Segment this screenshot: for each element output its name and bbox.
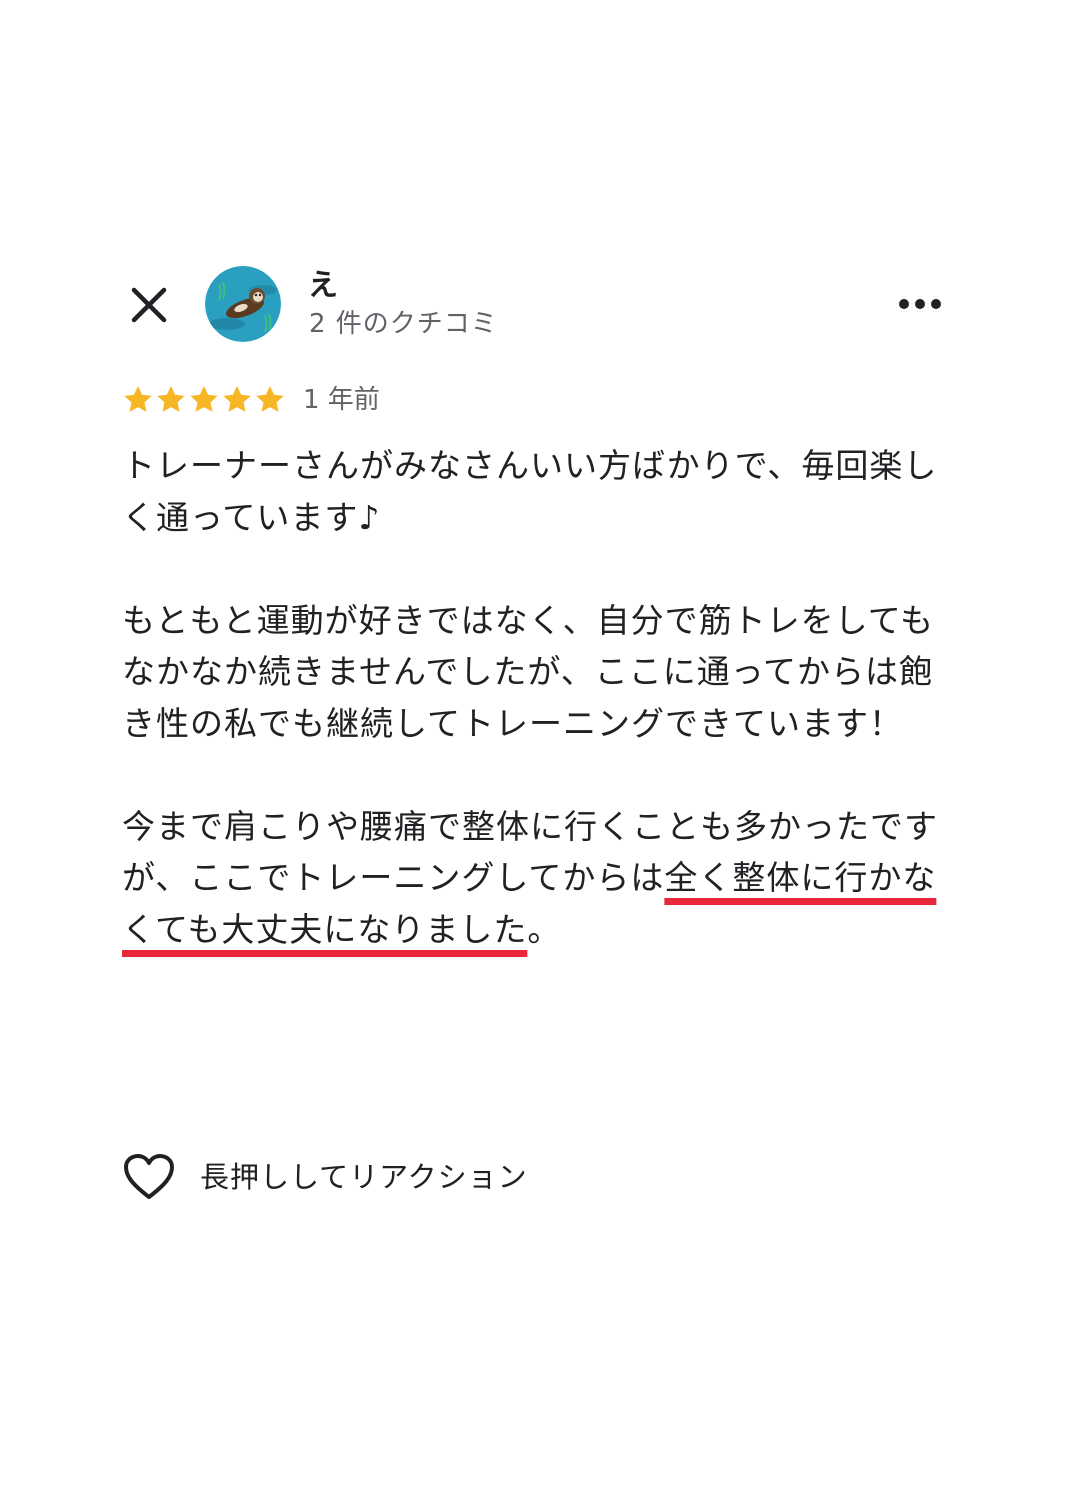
review-date: 1 年前: [303, 385, 380, 415]
star-icon: [190, 386, 218, 412]
star-icon: [157, 386, 185, 412]
reaction-label: 長押ししてリアクション: [200, 1160, 528, 1194]
more-horizontal-icon: [899, 299, 941, 309]
review-paragraph-1: トレーナーさんがみなさんいい方ばかりで、毎回楽しく通っています♪: [122, 446, 938, 537]
review-paragraph-3: 今まで肩こりや腰痛で整体に行くことも多かったですが、ここでトレーニングしてからは…: [122, 801, 952, 956]
review-paragraph-2: もともと運動が好きではなく、自分で筋トレをしてもなかなか続きませんでしたが、ここ…: [122, 600, 935, 743]
review-count[interactable]: 2 件のクチコミ: [309, 306, 498, 342]
author-name[interactable]: え: [308, 266, 338, 306]
more-options-button[interactable]: [892, 284, 948, 324]
reaction-button[interactable]: 長押ししてリアクション: [122, 1152, 528, 1202]
heart-outline-icon: [124, 1154, 174, 1199]
review-text: トレーナーさんがみなさんいい方ばかりで、毎回楽しく通っています♪ もともと運動が…: [122, 440, 952, 955]
star-icon: [256, 386, 284, 412]
star-icon: [223, 386, 251, 412]
star-rating: [122, 384, 286, 416]
review-paragraph-3-end: 。: [527, 909, 562, 949]
star-icon: [124, 386, 152, 412]
close-icon: [131, 287, 167, 323]
avatar[interactable]: [205, 266, 281, 342]
close-button[interactable]: [124, 280, 174, 330]
sea-otter-avatar-icon: [205, 266, 281, 342]
